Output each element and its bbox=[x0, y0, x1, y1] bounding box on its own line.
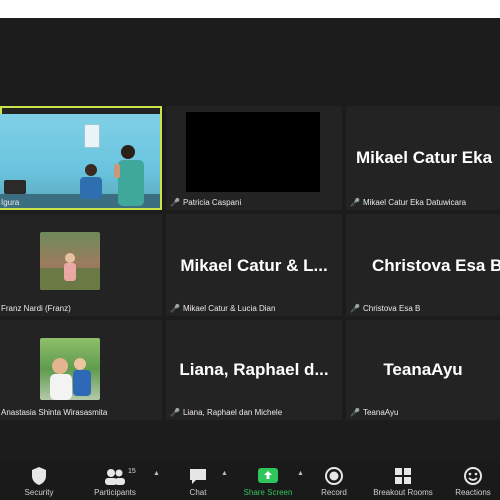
person-standing bbox=[114, 145, 144, 206]
participant-tile-christova[interactable]: Christova Esa B 🎤 Christova Esa B bbox=[346, 214, 500, 316]
smiley-icon bbox=[464, 467, 482, 485]
video-gallery: Igura 🎤 Patricia Caspani Mikael Catur Ek… bbox=[0, 18, 500, 460]
participant-tile-patricia[interactable]: 🎤 Patricia Caspani bbox=[166, 106, 342, 210]
participant-display-name: Christova Esa B bbox=[372, 256, 500, 275]
participants-caret-icon[interactable]: ▲ bbox=[153, 470, 160, 477]
participant-display-name: Mikael Catur & L... bbox=[180, 256, 328, 275]
participants-count: 15 bbox=[128, 468, 136, 475]
participant-label: 🎤 Mikael Catur Eka Datuwicara bbox=[350, 198, 467, 207]
participant-tile-teanaayu[interactable]: TeanaAyu 🎤 TeanaAyu bbox=[346, 320, 500, 420]
meeting-toolbar: Security 15 Participants ▲ Chat ▲ Share … bbox=[0, 460, 500, 500]
share-screen-icon bbox=[258, 468, 278, 483]
participant-display-name: Mikael Catur Eka bbox=[356, 148, 493, 167]
participant-tile-franz[interactable]: Franz Nardi (Franz) bbox=[0, 214, 162, 316]
security-button[interactable]: Security bbox=[4, 466, 74, 497]
record-label: Record bbox=[321, 488, 347, 497]
participant-display-name: Liana, Raphael d... bbox=[179, 360, 329, 379]
participant-label: 🎤 Liana, Raphael dan Michele bbox=[170, 408, 283, 417]
mic-muted-icon: 🎤 bbox=[350, 408, 360, 417]
participants-icon bbox=[105, 469, 125, 485]
participant-tile-anastasia[interactable]: Anastasia Shinta Wirasasmita bbox=[0, 320, 162, 420]
participant-label: 🎤 Christova Esa B bbox=[350, 304, 421, 313]
participant-video bbox=[0, 114, 160, 208]
participant-label: Anastasia Shinta Wirasasmita bbox=[1, 408, 108, 417]
window-top-bar bbox=[0, 0, 500, 18]
breakout-rooms-label: Breakout Rooms bbox=[373, 488, 433, 497]
mic-muted-icon: 🎤 bbox=[350, 198, 360, 207]
breakout-rooms-icon bbox=[395, 468, 411, 484]
share-screen-label: Share Screen bbox=[243, 488, 293, 497]
record-button[interactable]: Record bbox=[299, 466, 369, 497]
participant-tile-mikael-lucia[interactable]: Mikael Catur & L... 🎤 Mikael Catur & Luc… bbox=[166, 214, 342, 316]
video-off-area bbox=[186, 112, 320, 192]
chat-label: Chat bbox=[189, 488, 207, 497]
mic-muted-icon: 🎤 bbox=[170, 408, 180, 417]
person-seated bbox=[80, 164, 102, 199]
security-label: Security bbox=[24, 488, 54, 497]
participant-tile-liana[interactable]: Liana, Raphael d... 🎤 Liana, Raphael dan… bbox=[166, 320, 342, 420]
participants-button[interactable]: 15 Participants bbox=[80, 466, 150, 497]
laptop bbox=[4, 180, 26, 194]
profile-photo bbox=[40, 232, 100, 290]
participant-tile-igura[interactable]: Igura bbox=[0, 106, 162, 210]
wall-poster bbox=[84, 124, 100, 148]
mic-muted-icon: 🎤 bbox=[170, 198, 180, 207]
participant-tile-mikael-eka[interactable]: Mikael Catur Eka 🎤 Mikael Catur Eka Datu… bbox=[346, 106, 500, 210]
share-screen-button[interactable]: Share Screen bbox=[233, 466, 303, 497]
record-icon bbox=[325, 467, 343, 485]
profile-photo bbox=[40, 338, 100, 400]
participant-label: 🎤 Patricia Caspani bbox=[170, 198, 242, 207]
mic-muted-icon: 🎤 bbox=[170, 304, 180, 313]
chat-icon bbox=[190, 469, 206, 484]
mic-muted-icon: 🎤 bbox=[350, 304, 360, 313]
breakout-rooms-button[interactable]: Breakout Rooms bbox=[368, 466, 438, 497]
participant-label: Igura bbox=[1, 198, 20, 207]
participants-label: Participants bbox=[94, 488, 136, 497]
reactions-label: Reactions bbox=[455, 488, 491, 497]
participant-label: Franz Nardi (Franz) bbox=[1, 304, 71, 313]
participant-label: 🎤 TeanaAyu bbox=[350, 408, 399, 417]
shield-icon bbox=[32, 467, 46, 485]
reactions-button[interactable]: Reactions bbox=[438, 466, 500, 497]
participant-display-name: TeanaAyu bbox=[383, 360, 463, 379]
chat-caret-icon[interactable]: ▲ bbox=[221, 470, 228, 477]
participant-label: 🎤 Mikael Catur & Lucia Dian bbox=[170, 304, 276, 313]
